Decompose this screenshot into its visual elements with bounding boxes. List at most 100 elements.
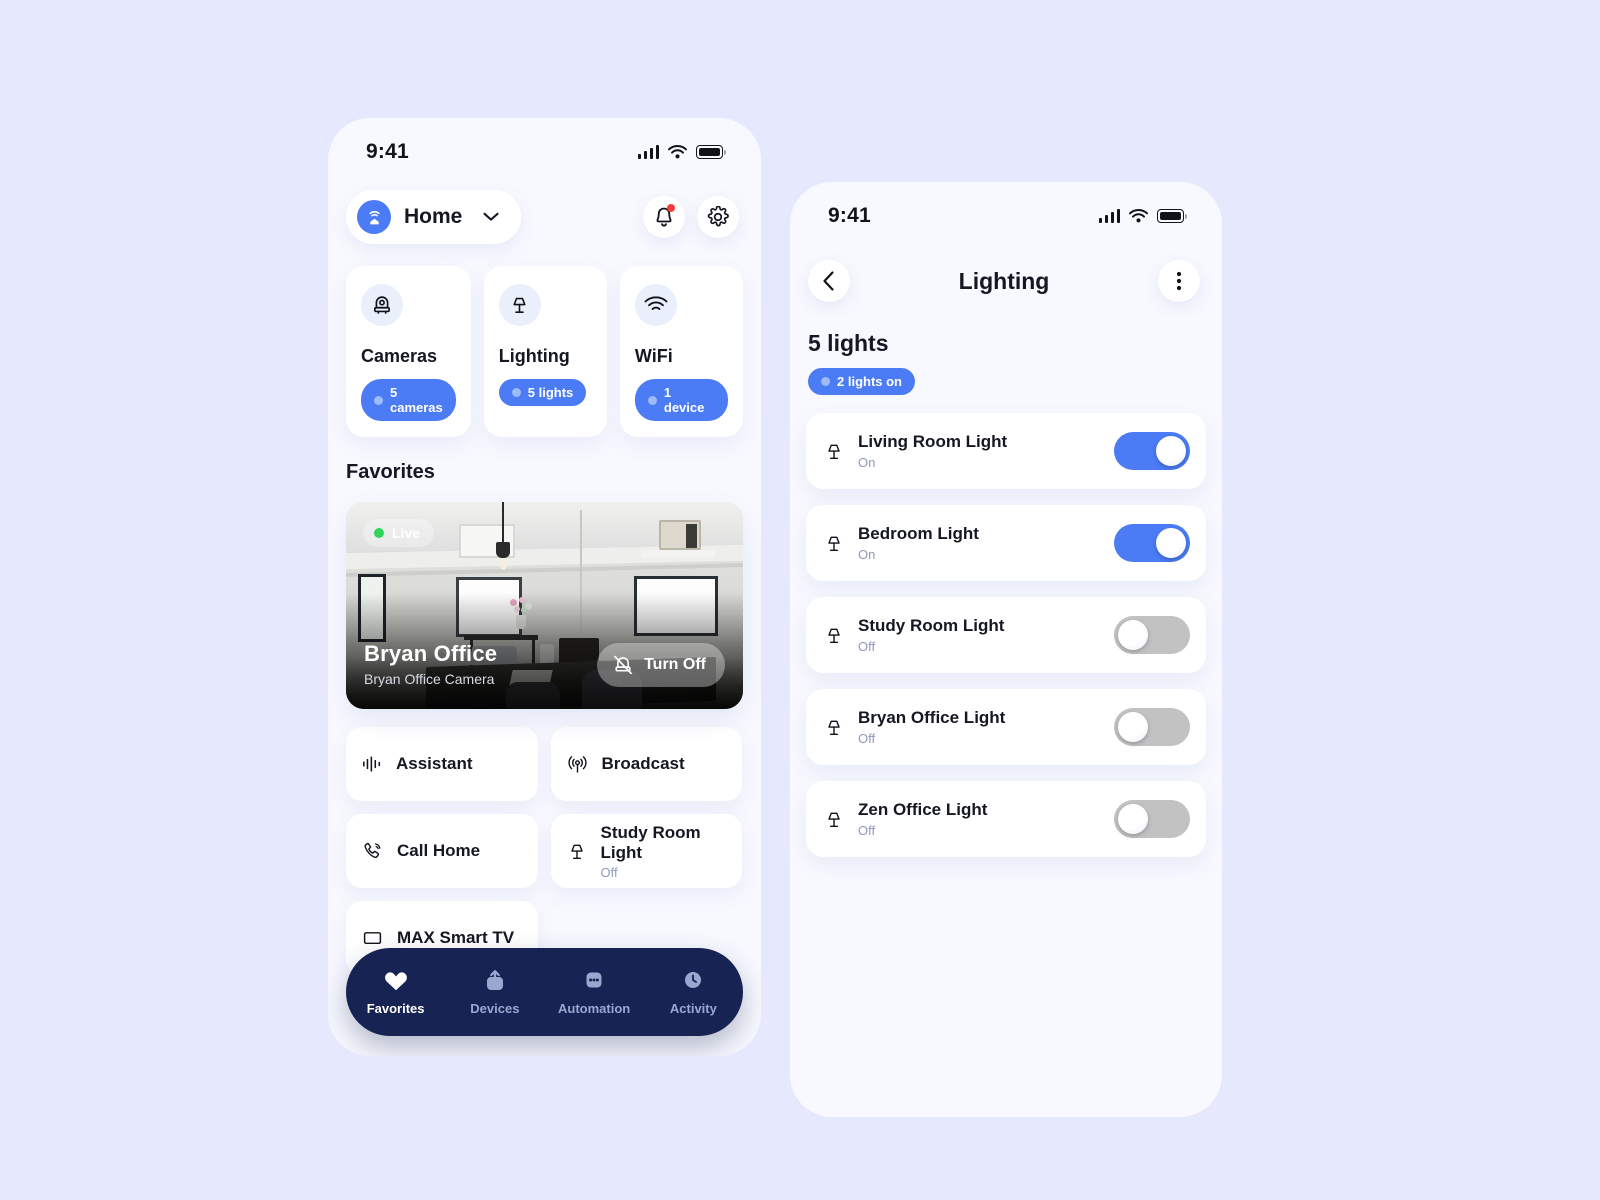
settings-button[interactable]	[697, 196, 739, 238]
category-card-cameras[interactable]: Cameras 5 cameras	[346, 266, 471, 437]
table-lamp-icon	[824, 441, 844, 462]
lights-list: Living Room Light On Bedroom Light On St…	[790, 395, 1222, 857]
tile-label: MAX Smart TV	[397, 928, 515, 947]
favorite-tiles: Assistant Broadcast Call Home Study Room…	[328, 709, 761, 975]
voice-waveform-icon	[362, 754, 382, 774]
light-row[interactable]: Living Room Light On	[806, 413, 1206, 489]
upload-device-icon	[482, 969, 508, 993]
light-name: Living Room Light	[858, 432, 1008, 451]
light-text: Zen Office Light Off	[858, 800, 1100, 838]
camera-off-icon	[612, 654, 634, 676]
nav-item-devices[interactable]: Devices	[451, 969, 539, 1016]
light-row[interactable]: Study Room Light Off	[806, 597, 1206, 673]
live-dot-icon	[374, 528, 384, 538]
turn-off-camera-button[interactable]: Turn Off	[597, 643, 725, 687]
status-time: 9:41	[366, 140, 409, 163]
category-badge-label: 5 lights	[527, 385, 574, 400]
clock-icon	[680, 969, 706, 993]
nav-label: Automation	[558, 1000, 631, 1016]
live-status-badge: Live	[363, 519, 435, 547]
category-title: Cameras	[361, 346, 438, 366]
home-top-bar: Home	[328, 164, 761, 244]
light-row[interactable]: Bedroom Light On	[806, 505, 1206, 581]
light-toggle[interactable]	[1114, 800, 1190, 838]
wifi-icon	[668, 145, 687, 159]
broadcast-icon	[567, 754, 588, 775]
chevron-down-icon	[483, 212, 499, 222]
tile-broadcast[interactable]: Broadcast	[550, 727, 742, 801]
tile-call-home[interactable]: Call Home	[346, 814, 538, 888]
category-badge-label: 1 device	[663, 385, 705, 415]
category-cards: Cameras 5 cameras Lighting 5 lights WiFi…	[328, 244, 761, 437]
lighting-header: Lighting	[790, 228, 1222, 302]
camera-name: Bryan Office	[364, 641, 498, 666]
phone-call-icon	[362, 841, 383, 862]
lights-count: 5 lights	[808, 330, 889, 356]
screen-root: 9:41 Home Cameras 5 cameras Lighting 5 l…	[0, 0, 1600, 1200]
more-vertical-icon	[1176, 271, 1182, 291]
phone-lighting-screen: 9:41 Lighting 5 lights 2 lights on Livin…	[790, 182, 1222, 1117]
cellular-signal-icon	[1098, 209, 1120, 223]
back-button[interactable]	[808, 260, 850, 302]
favorites-heading: Favorites	[346, 461, 435, 483]
turn-off-label: Turn Off	[644, 656, 706, 673]
table-lamp-icon	[824, 809, 844, 830]
nav-item-automation[interactable]: Automation	[550, 969, 638, 1016]
category-title: Lighting	[498, 346, 570, 366]
tile-text: Study Room Light Off	[601, 823, 727, 880]
light-toggle[interactable]	[1114, 432, 1190, 470]
light-state: Off	[858, 823, 876, 838]
table-lamp-icon	[824, 625, 844, 646]
home-selector-label: Home	[404, 205, 463, 228]
battery-full-icon	[1157, 209, 1187, 223]
category-title: WiFi	[634, 346, 673, 366]
heart-icon	[383, 969, 409, 993]
light-toggle[interactable]	[1114, 524, 1190, 562]
camera-meta: Bryan Office Bryan Office Camera	[364, 641, 497, 687]
category-badge: 5 cameras	[361, 379, 456, 421]
notification-badge	[667, 204, 675, 212]
tv-icon	[362, 928, 383, 949]
notifications-button[interactable]	[643, 196, 685, 238]
wifi-icon	[634, 284, 677, 326]
light-state: Off	[858, 731, 876, 746]
light-text: Living Room Light On	[858, 432, 1100, 470]
nav-item-favorites[interactable]: Favorites	[352, 969, 440, 1016]
status-time: 9:41	[828, 204, 871, 227]
tile-label: Call Home	[397, 841, 481, 860]
chevron-left-icon	[823, 271, 834, 291]
lights-on-badge-wrap: 2 lights on	[790, 357, 1222, 395]
category-badge: 5 lights	[498, 379, 587, 406]
light-name: Bryan Office Light	[858, 708, 1006, 727]
nav-item-activity[interactable]: Activity	[649, 969, 737, 1016]
light-row[interactable]: Bryan Office Light Off	[806, 689, 1206, 765]
page-title: Lighting	[958, 267, 1050, 294]
home-selector-button[interactable]: Home	[346, 190, 522, 244]
battery-full-icon	[696, 145, 726, 159]
camera-preview-card[interactable]: Live Bryan Office Bryan Office Camera Tu…	[346, 502, 743, 709]
status-icons	[637, 145, 726, 159]
table-lamp-icon	[567, 841, 587, 862]
light-state: On	[858, 547, 876, 562]
bottom-navigation: Favorites Devices Automation Activity	[346, 948, 743, 1036]
camera-subtitle: Bryan Office Camera	[364, 671, 495, 687]
nav-label: Devices	[470, 1000, 520, 1016]
light-toggle[interactable]	[1114, 616, 1190, 654]
tile-assistant[interactable]: Assistant	[346, 727, 538, 801]
top-action-buttons	[643, 196, 739, 238]
tile-study-room-light[interactable]: Study Room Light Off	[550, 814, 742, 888]
light-text: Bryan Office Light Off	[858, 708, 1100, 746]
light-text: Study Room Light Off	[858, 616, 1100, 654]
light-row[interactable]: Zen Office Light Off	[806, 781, 1206, 857]
light-name: Zen Office Light	[858, 800, 988, 819]
lights-on-badge: 2 lights on	[808, 368, 915, 395]
more-options-button[interactable]	[1158, 260, 1200, 302]
light-toggle[interactable]	[1114, 708, 1190, 746]
light-state: On	[858, 455, 876, 470]
tile-label: Study Room Light	[600, 822, 701, 862]
tile-label: Assistant	[396, 754, 473, 773]
category-card-lighting[interactable]: Lighting 5 lights	[483, 266, 607, 437]
light-name: Study Room Light	[858, 616, 1005, 635]
category-card-wifi[interactable]: WiFi 1 device	[619, 266, 743, 437]
security-camera-icon	[361, 284, 403, 326]
